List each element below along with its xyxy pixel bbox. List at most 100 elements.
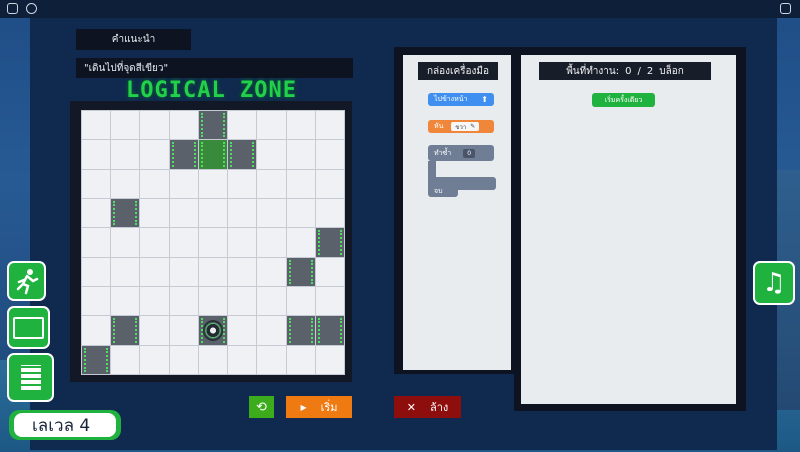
clear-button-label: ล้าง [429,401,449,414]
board-cell [82,257,111,286]
notes-icon [18,362,44,394]
obstacle-cell [286,316,315,345]
board-cell [111,228,140,257]
board-cell [286,111,315,140]
block-unit: บล็อก [659,65,684,77]
board-cell [111,257,140,286]
board-cell [315,169,344,198]
workspace-header: พื้นที่ทำงาน: 0 / 2 บล็อก [539,62,711,80]
obstacle-cell [82,345,111,374]
board-cell [315,257,344,286]
board-cell [257,316,286,345]
board-cell [140,228,169,257]
board-cell [82,169,111,198]
board-cell [257,140,286,169]
board-cell [169,287,198,316]
board-cell [315,111,344,140]
forward-block[interactable]: ไปข้างหน้า ⬆ [428,93,494,106]
board-cell [257,257,286,286]
board-cell [286,287,315,316]
turn-direction-dropdown[interactable]: ขวา ✎ [451,122,480,131]
board-cell [140,111,169,140]
board-cell [286,140,315,169]
screen-button[interactable] [7,306,50,349]
board-cell [111,111,140,140]
board-cell [286,199,315,228]
board-cell [198,169,228,198]
repeat-count-input[interactable]: 0 [463,148,476,158]
obstacle-cell [315,316,344,345]
pencil-icon: ✎ [470,123,476,130]
workspace-panel [521,55,736,404]
run-button-label: เริ่ม [320,401,338,414]
block-count-separator: / [637,65,641,77]
board-cell [198,287,228,316]
board-cell [257,287,286,316]
board-cell [140,169,169,198]
board-cell [228,169,257,198]
board-cell [228,257,257,286]
hint-label: คำแนะนำ [76,29,191,50]
run-mode-button[interactable] [7,261,46,301]
board-cell [82,140,111,169]
board-grid [81,110,345,375]
board-cell [228,287,257,316]
game-title: LOGICAL ZONE [126,78,297,103]
workspace-header-prefix: พื้นที่ทำงาน: [566,65,620,77]
run-mode-icon [16,269,38,295]
board-cell [257,345,286,374]
turn-direction-value: ขวา [455,123,467,131]
start-once-block[interactable]: เริ่มครั้งเดียว [592,93,655,107]
obstacle-cell [169,140,198,169]
obstacle-cell [315,228,344,257]
turn-block[interactable]: หัน ขวา ✎ [428,120,494,133]
board-cell [111,140,140,169]
board-cell [315,345,344,374]
goal-cell [198,140,228,169]
board-cell [286,345,315,374]
up-arrow-icon: ⬆ [481,95,488,104]
board-cell [82,287,111,316]
board-cell [257,169,286,198]
board-cell [286,228,315,257]
roblox-menu-icon[interactable] [7,3,18,14]
board-cell [169,228,198,257]
board-cell [228,316,257,345]
obstacle-cell [111,316,140,345]
board-cell [228,228,257,257]
board-cell [198,199,228,228]
game-board [70,101,352,382]
reload-button[interactable]: ⟲ [249,396,274,418]
music-button[interactable]: ♫ [753,261,795,305]
obstacle-cell [198,111,228,140]
board-cell [111,345,140,374]
screen-icon [13,316,44,339]
notes-button[interactable] [7,353,54,402]
board-cell [140,345,169,374]
board-cell [257,228,286,257]
board-cell [140,257,169,286]
chat-icon[interactable] [26,3,37,14]
clear-button[interactable]: ✕ ล้าง [394,396,461,418]
board-cell [315,287,344,316]
board-cell [140,140,169,169]
robot-icon [202,320,224,341]
close-icon: ✕ [406,400,416,414]
run-button[interactable]: ▶ เริ่ม [286,396,352,418]
obstacle-cell [286,257,315,286]
board-cell [111,287,140,316]
board-cell [169,316,198,345]
repeat-block-head: ทำซ้ำ 0 [428,145,494,161]
board-cell [140,287,169,316]
board-cell [257,111,286,140]
more-options-icon[interactable] [780,3,791,14]
board-cell [169,169,198,198]
repeat-block[interactable]: ทำซ้ำ 0 จบ [428,145,496,197]
board-cell [198,257,228,286]
board-cell [228,345,257,374]
board-cell [169,345,198,374]
board-cell [82,111,111,140]
board-cell [286,169,315,198]
level-badge: เลเวล 4 [14,413,116,437]
block-used-count: 0 [625,65,632,77]
